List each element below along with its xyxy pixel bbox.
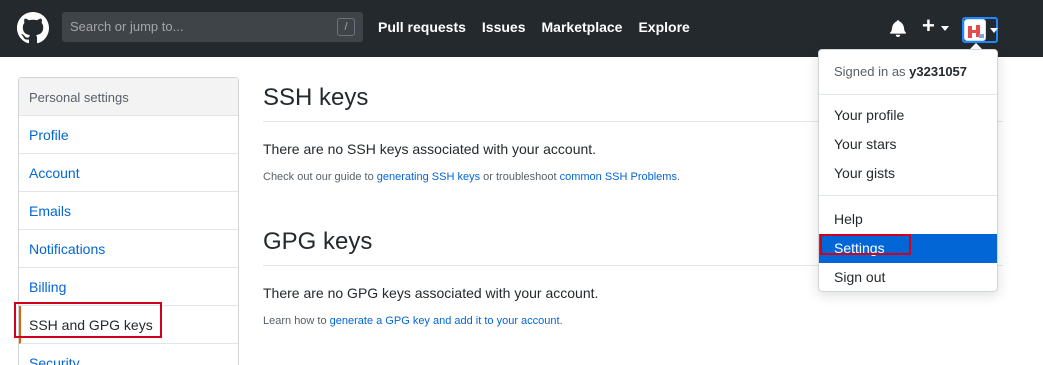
search-shortcut-key: / bbox=[337, 18, 355, 36]
sidebar-item-account[interactable]: Account bbox=[19, 154, 238, 192]
ssh-note-mid: or troubleshoot bbox=[480, 171, 560, 183]
chevron-down-icon bbox=[941, 26, 949, 31]
highlight-box-sidebar bbox=[14, 302, 162, 338]
sidebar-item-emails[interactable]: Emails bbox=[19, 192, 238, 230]
user-menu-button[interactable] bbox=[962, 17, 1000, 43]
sidebar-title: Personal settings bbox=[19, 78, 238, 116]
nav-marketplace[interactable]: Marketplace bbox=[542, 19, 623, 35]
user-dropdown-menu: Signed in as y3231057 Your profile Your … bbox=[818, 49, 998, 292]
github-logo-icon[interactable] bbox=[17, 12, 49, 44]
menu-item-your-profile[interactable]: Your profile bbox=[819, 101, 997, 130]
sidebar-item-profile[interactable]: Profile bbox=[19, 116, 238, 154]
signed-in-label: Signed in as bbox=[834, 64, 910, 79]
sidebar-item-notifications[interactable]: Notifications bbox=[19, 230, 238, 268]
plus-icon[interactable]: + bbox=[922, 15, 935, 37]
sidebar-item-security[interactable]: Security bbox=[19, 344, 238, 365]
nav-explore[interactable]: Explore bbox=[638, 19, 689, 35]
ssh-note-prefix: Check out our guide to bbox=[263, 171, 377, 183]
ssh-note-suffix: . bbox=[676, 171, 681, 183]
menu-item-your-stars[interactable]: Your stars bbox=[819, 130, 997, 159]
menu-item-sign-out[interactable]: Sign out bbox=[819, 263, 997, 292]
nav-pull-requests[interactable]: Pull requests bbox=[378, 19, 466, 35]
search-input[interactable]: Search or jump to... / bbox=[62, 12, 363, 42]
nav-issues[interactable]: Issues bbox=[482, 19, 526, 35]
signed-in-header: Signed in as y3231057 bbox=[819, 50, 997, 94]
highlight-box-settings bbox=[820, 234, 911, 255]
generating-ssh-keys-link[interactable]: generating SSH keys bbox=[377, 171, 480, 183]
sidebar-item-billing[interactable]: Billing bbox=[19, 268, 238, 306]
chevron-down-icon bbox=[990, 28, 998, 33]
bell-icon[interactable] bbox=[890, 19, 906, 37]
gpg-note-suffix: . bbox=[559, 315, 563, 327]
username: y3231057 bbox=[909, 64, 968, 79]
generate-gpg-key-link[interactable]: generate a GPG key and add it to your ac… bbox=[330, 315, 560, 327]
gpg-help-note: Learn how to generate a GPG key and add … bbox=[263, 315, 1003, 327]
search-placeholder: Search or jump to... bbox=[70, 19, 184, 34]
menu-item-help[interactable]: Help bbox=[819, 205, 997, 234]
header-nav: Pull requests Issues Marketplace Explore bbox=[378, 19, 706, 35]
avatar bbox=[964, 19, 986, 41]
gpg-note-prefix: Learn how to bbox=[263, 315, 330, 327]
menu-item-your-gists[interactable]: Your gists bbox=[819, 159, 997, 188]
common-ssh-problems-link[interactable]: common SSH Problems bbox=[560, 171, 677, 183]
